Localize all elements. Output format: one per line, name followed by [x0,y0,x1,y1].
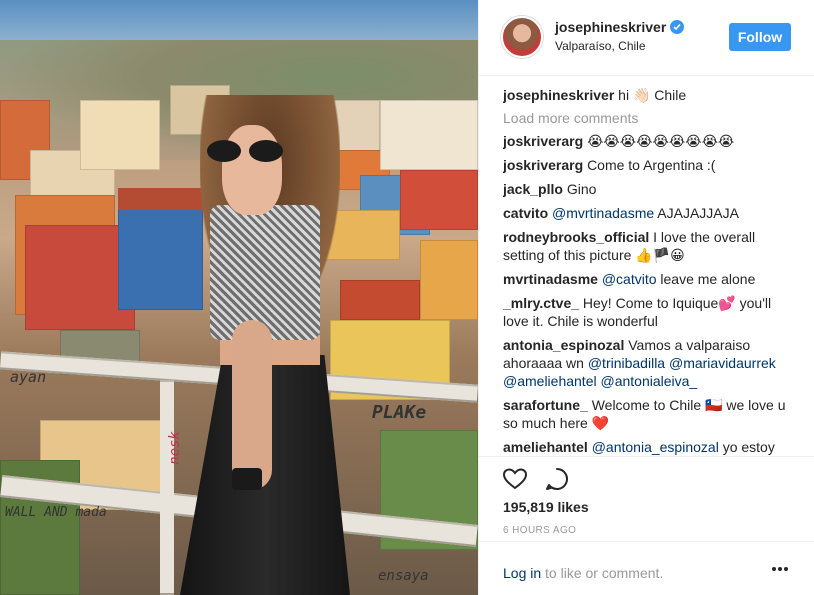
house [420,240,478,320]
comment-mention[interactable]: @antonia_espinozal [592,439,719,455]
railing-post [160,380,174,595]
heart-icon[interactable] [501,465,529,493]
comment-mention[interactable]: @mvrtinadasme [552,205,654,221]
comment-item: mvrtinadasme @catvito leave me alone [503,270,799,288]
comment-item: ameliehantel @antonia_espinozal yo estoy [503,438,799,456]
comment-text: AJAJAJJAJA [654,205,739,221]
comment-username[interactable]: joskriverarg [503,157,583,173]
house [380,100,478,170]
house [400,170,478,230]
person-arm [232,320,272,490]
post-username[interactable]: josephineskriver [555,19,666,35]
avatar[interactable] [501,16,543,58]
post-location[interactable]: Valparaíso, Chile [555,39,646,53]
graffiti-text: WALL AND mada [5,505,107,520]
comment-container: joskriverarg 😭😭😭😭😭😭😭😭😭 joskriverarg Come … [503,132,799,456]
comment-text: Come to Argentina :( [587,157,716,173]
comment-username[interactable]: joskriverarg [503,133,583,149]
comment-item: sarafortune_ Welcome to Chile 🇨🇱 we love… [503,396,799,432]
comment-item: catvito @mvrtinadasme AJAJAJJAJA [503,204,799,222]
comments-list[interactable]: josephineskriver hi 👋🏻 Chile Load more c… [503,86,799,456]
more-options-icon[interactable] [771,566,789,572]
watch [232,468,262,490]
comment-item: _mlry.ctve_ Hey! Come to Iquique💕 you'll… [503,294,799,330]
post-timestamp[interactable]: 6 HOURS AGO [503,525,576,536]
graffiti-text: ensaya [378,568,429,584]
comment-text: 😭😭😭😭😭😭😭😭😭 [587,133,735,149]
comment-username[interactable]: sarafortune_ [503,397,588,413]
comment-username[interactable]: catvito [503,205,548,221]
person-face [222,125,282,215]
login-prompt-text: Log in to like or comment. [503,565,663,581]
comment-item: antonia_espinozal Vamos a valparaiso aho… [503,336,799,390]
comment-username[interactable]: rodneybrooks_official [503,229,649,245]
comment-username[interactable]: _mlry.ctve_ [503,295,579,311]
login-link[interactable]: Log in [503,565,541,581]
sunglasses [207,140,287,164]
comment-mention[interactable]: @catvito [602,271,657,287]
graffiti-text: nesk [166,431,183,465]
comment-item: joskriverarg 😭😭😭😭😭😭😭😭😭 [503,132,799,150]
verified-badge-icon [670,20,684,34]
caption: josephineskriver hi 👋🏻 Chile [503,86,799,104]
comment-item: rodneybrooks_official I love the overall… [503,228,799,264]
load-more-comments-link[interactable]: Load more comments [503,110,799,126]
comment-username[interactable]: antonia_espinozal [503,337,624,353]
comment-text: Gino [566,181,597,197]
comment-username[interactable]: mvrtinadasme [503,271,598,287]
roof [118,188,208,210]
post-photo[interactable]: ayan PLAKe nesk WALL AND mada ensaya [0,0,478,595]
comment-text: yo estoy [718,439,775,455]
login-prompt: Log in to like or comment. [479,541,814,595]
house [340,280,420,320]
comment-text: leave me alone [656,271,756,287]
house [80,100,160,170]
graffiti-text: PLAKe [372,402,427,423]
person-top [210,205,320,340]
post-header: josephineskriver Valparaíso, Chile Follo… [479,0,814,76]
post-actions: 195,819 likes 6 HOURS AGO [479,456,814,536]
comment-item: jack_pllo Gino [503,180,799,198]
post-side-panel: josephineskriver Valparaíso, Chile Follo… [478,0,814,595]
house [118,200,203,310]
follow-button[interactable]: Follow [729,23,791,51]
caption-text: hi 👋🏻 Chile [618,87,687,103]
comment-username[interactable]: jack_pllo [503,181,563,197]
comment-item: joskriverarg Come to Argentina :( [503,156,799,174]
caption-username[interactable]: josephineskriver [503,87,614,103]
comment-icon[interactable] [543,465,571,493]
graffiti-text: ayan [10,368,47,386]
login-prompt-suffix: to like or comment. [541,565,664,581]
comment-username[interactable]: ameliehantel [503,439,588,455]
likes-count[interactable]: 195,819 likes [503,499,589,515]
